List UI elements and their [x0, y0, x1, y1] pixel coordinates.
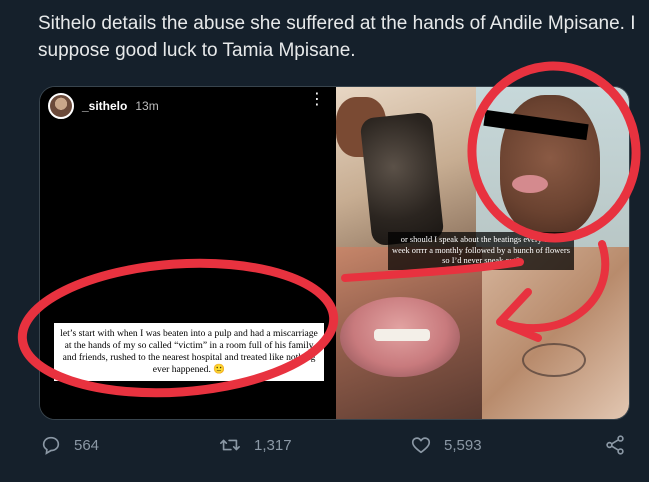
instagram-story-screenshot: _sithelo 13m ⋮ let’s start with when I w… — [40, 87, 336, 419]
story-time: 13m — [135, 99, 159, 113]
broken-phone-shape — [359, 111, 445, 247]
photo-collage: or should I speak about the beatings eve… — [336, 87, 629, 419]
more-icon: ⋮ — [309, 91, 326, 108]
lips-shape — [512, 175, 548, 193]
reply-button[interactable]: 564 — [40, 434, 99, 456]
photo-face — [476, 87, 629, 247]
collage-caption: or should I speak about the beatings eve… — [388, 232, 574, 270]
story-header: _sithelo 13m — [48, 93, 159, 119]
story-caption: let’s start with when I was beaten into … — [54, 323, 324, 381]
like-count: 5,593 — [444, 436, 482, 454]
teeth-shape — [374, 329, 430, 341]
photo-injured-lips — [336, 247, 482, 419]
retweet-icon — [220, 439, 240, 451]
reply-count: 564 — [74, 436, 100, 454]
tweet-actions: 564 1,317 5,593 — [0, 434, 649, 464]
share-icon — [606, 435, 624, 455]
story-username: _sithelo — [82, 99, 128, 113]
tattoo-shape — [522, 343, 586, 377]
tweet-media[interactable]: _sithelo 13m ⋮ let’s start with when I w… — [39, 86, 630, 420]
retweet-count: 1,317 — [254, 436, 292, 454]
tweet-text: Sithelo details the abuse she suffered a… — [38, 13, 636, 61]
avatar — [48, 93, 74, 119]
retweet-button[interactable]: 1,317 — [218, 434, 292, 456]
like-icon — [411, 437, 431, 454]
like-button[interactable]: 5,593 — [410, 434, 482, 456]
photo-arm — [482, 247, 629, 419]
share-button[interactable] — [604, 434, 638, 456]
reply-icon — [42, 436, 60, 455]
photo-broken-phone — [336, 87, 476, 247]
